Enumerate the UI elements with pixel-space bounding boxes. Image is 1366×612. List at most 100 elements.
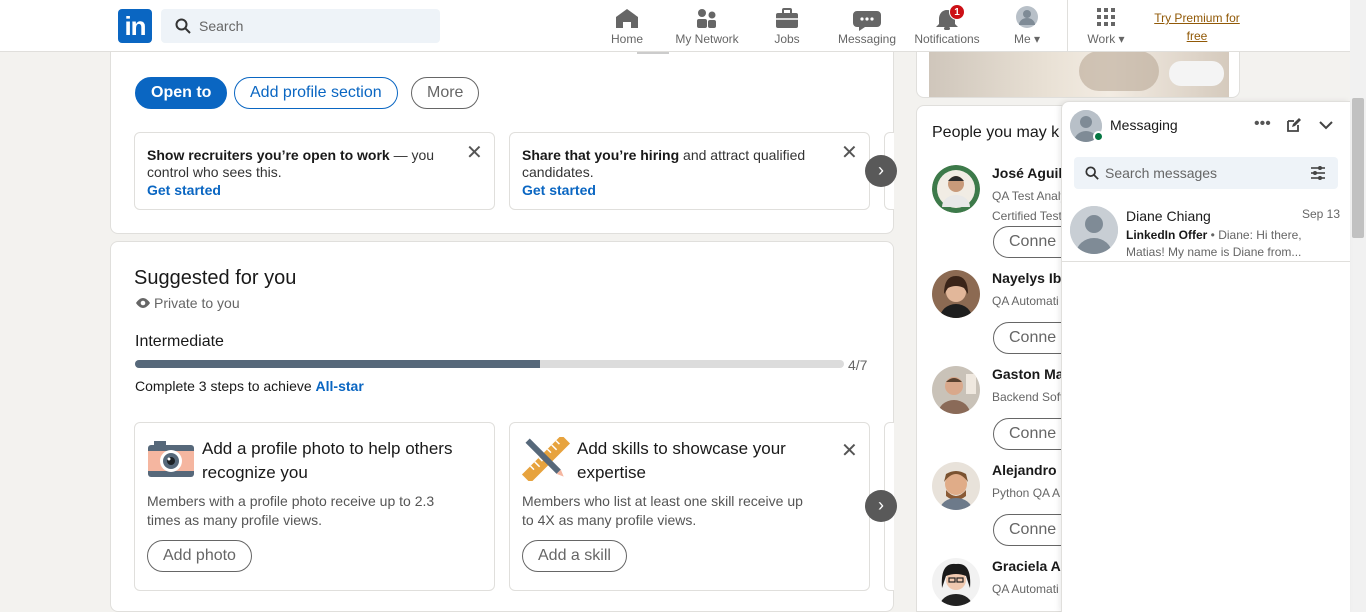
filter-icon[interactable] [1310,166,1326,180]
person-name: José Aguila [992,165,1071,181]
nav-jobs-label: Jobs [774,32,800,46]
try-premium-link[interactable]: Try Premium for free [1148,9,1246,45]
open-to-work-card: Show recruiters you’re open to work — yo… [134,132,495,210]
carousel-next-button[interactable]: › [865,490,897,522]
nav-work[interactable]: Work ▾ [1082,6,1130,48]
profile-strength-level: Intermediate [135,333,224,350]
message-search[interactable] [1074,157,1338,189]
profile-strength-count: 4/7 [848,357,868,373]
nav-me-label: Me ▾ [1013,32,1041,46]
avatar [932,165,980,213]
task-description: Members who list at least one skill rece… [522,493,803,528]
profile-strength-fill [135,360,541,368]
all-star-link[interactable]: All-star [316,378,364,394]
private-label: Private to you [154,295,240,311]
person-headline: QA Automati [992,582,1059,596]
add-photo-button[interactable]: Add photo [147,540,252,572]
person-headline: Backend Soft [992,390,1064,404]
avatar [932,366,980,414]
search-input[interactable] [199,9,429,43]
get-started-link[interactable]: Get started [147,182,454,199]
nav-divider [1067,0,1068,52]
task-title: Add skills to showcase your expertise [577,439,786,482]
private-indicator: Private to you [135,295,240,311]
messaging-title: Messaging [1110,117,1178,133]
compose-icon[interactable] [1286,117,1302,133]
search-icon [1085,166,1099,180]
conversation-item[interactable]: Diane Chiang Sep 13 LinkedIn Offer • Dia… [1062,196,1350,262]
nav-notifications-label: Notifications [914,32,980,46]
add-photo-task-card: Add a profile photo to help others recog… [134,422,495,591]
page-scrollbar[interactable] [1350,0,1366,612]
nav-work-label: Work ▾ [1087,32,1125,46]
profile-strength-bar [135,360,844,368]
notification-badge: 1 [949,4,965,20]
close-icon[interactable]: ✕ [841,143,858,163]
linkedin-logo[interactable]: in [118,9,152,43]
message-search-input[interactable] [1105,157,1305,189]
network-icon [697,9,716,28]
me-avatar [1016,6,1038,28]
conversation-sender: LinkedIn Offer [1126,228,1208,242]
person-headline: QA Test Analy Certified Test [992,186,1067,226]
pencil-ruler-icon [521,437,571,481]
messaging-panel: Messaging ••• Diane Chiang Sep 13 Linked… [1061,101,1350,612]
grid-icon [1097,8,1115,26]
nav-messaging[interactable]: Messaging [837,6,897,48]
more-button[interactable]: More [411,77,480,109]
avatar [932,558,980,606]
more-options-icon[interactable]: ••• [1254,115,1271,133]
conversation-name: Diane Chiang [1126,208,1211,224]
nav-notifications[interactable]: 1 Notifications [912,4,982,48]
nav-home[interactable]: Home [610,6,644,48]
avatar [1070,206,1118,254]
person-name: Graciela Ar [992,558,1067,574]
nav-my-network-label: My Network [675,32,739,46]
chevron-down-icon[interactable] [1318,119,1334,131]
avatar [932,462,980,510]
online-status-dot [1093,131,1104,142]
close-icon[interactable]: ✕ [466,143,483,163]
carousel-next-button[interactable]: › [865,155,897,187]
complete-steps-prefix: Complete 3 steps to achieve [135,378,316,394]
chevron-right-icon: › [878,160,884,180]
person-name: Gaston Ma [992,366,1064,382]
person-name: Alejandro I [992,462,1065,478]
scrollbar-thumb[interactable] [1352,98,1364,238]
add-skill-button[interactable]: Add a skill [522,540,627,572]
open-to-button[interactable]: Open to [135,77,228,109]
conversation-preview: LinkedIn Offer • Diane: Hi there, Matias… [1126,228,1302,259]
chevron-down-icon: ▾ [1033,32,1041,46]
nav-me[interactable]: Me ▾ [1010,6,1044,48]
promo-bold-text: Share that you’re hiring [522,147,680,163]
person-headline: QA Automati [992,294,1059,308]
add-profile-section-button[interactable]: Add profile section [234,77,398,109]
global-search[interactable] [161,9,440,43]
top-nav-bar: in Home My Network Jobs Messaging 1 Noti… [0,0,1350,52]
person-headline-line: Certified Test [992,209,1062,223]
chevron-down-icon: ▾ [1118,32,1125,46]
close-icon[interactable]: ✕ [841,441,858,461]
hiring-card: Share that you’re hiring and attract qua… [509,132,870,210]
premium-line-1: Try Premium for [1154,11,1240,25]
promo-bold-text: Show recruiters you’re open to work [147,147,390,163]
person-headline-line: QA Test Analy [992,189,1067,203]
get-started-link[interactable]: Get started [522,182,829,199]
camera-icon [148,441,194,477]
messaging-header[interactable]: Messaging ••• [1062,102,1350,148]
complete-steps-text: Complete 3 steps to achieve All-star [135,378,364,394]
avatar [932,270,980,318]
premium-line-2: free [1186,29,1208,43]
suggested-title: Suggested for you [134,267,297,289]
messaging-icon [853,11,881,31]
people-title: People you may k [932,124,1060,141]
bell-icon [936,10,958,30]
task-description: Members with a profile photo receive up … [147,493,435,528]
search-icon [175,18,191,34]
nav-home-label: Home [610,32,643,46]
nav-my-network[interactable]: My Network [672,6,742,48]
nav-jobs[interactable]: Jobs [772,6,802,48]
add-skills-task-card: Add skills to showcase your expertise Me… [509,422,870,591]
briefcase-icon [776,8,798,28]
ad-image-shape [1169,61,1224,86]
